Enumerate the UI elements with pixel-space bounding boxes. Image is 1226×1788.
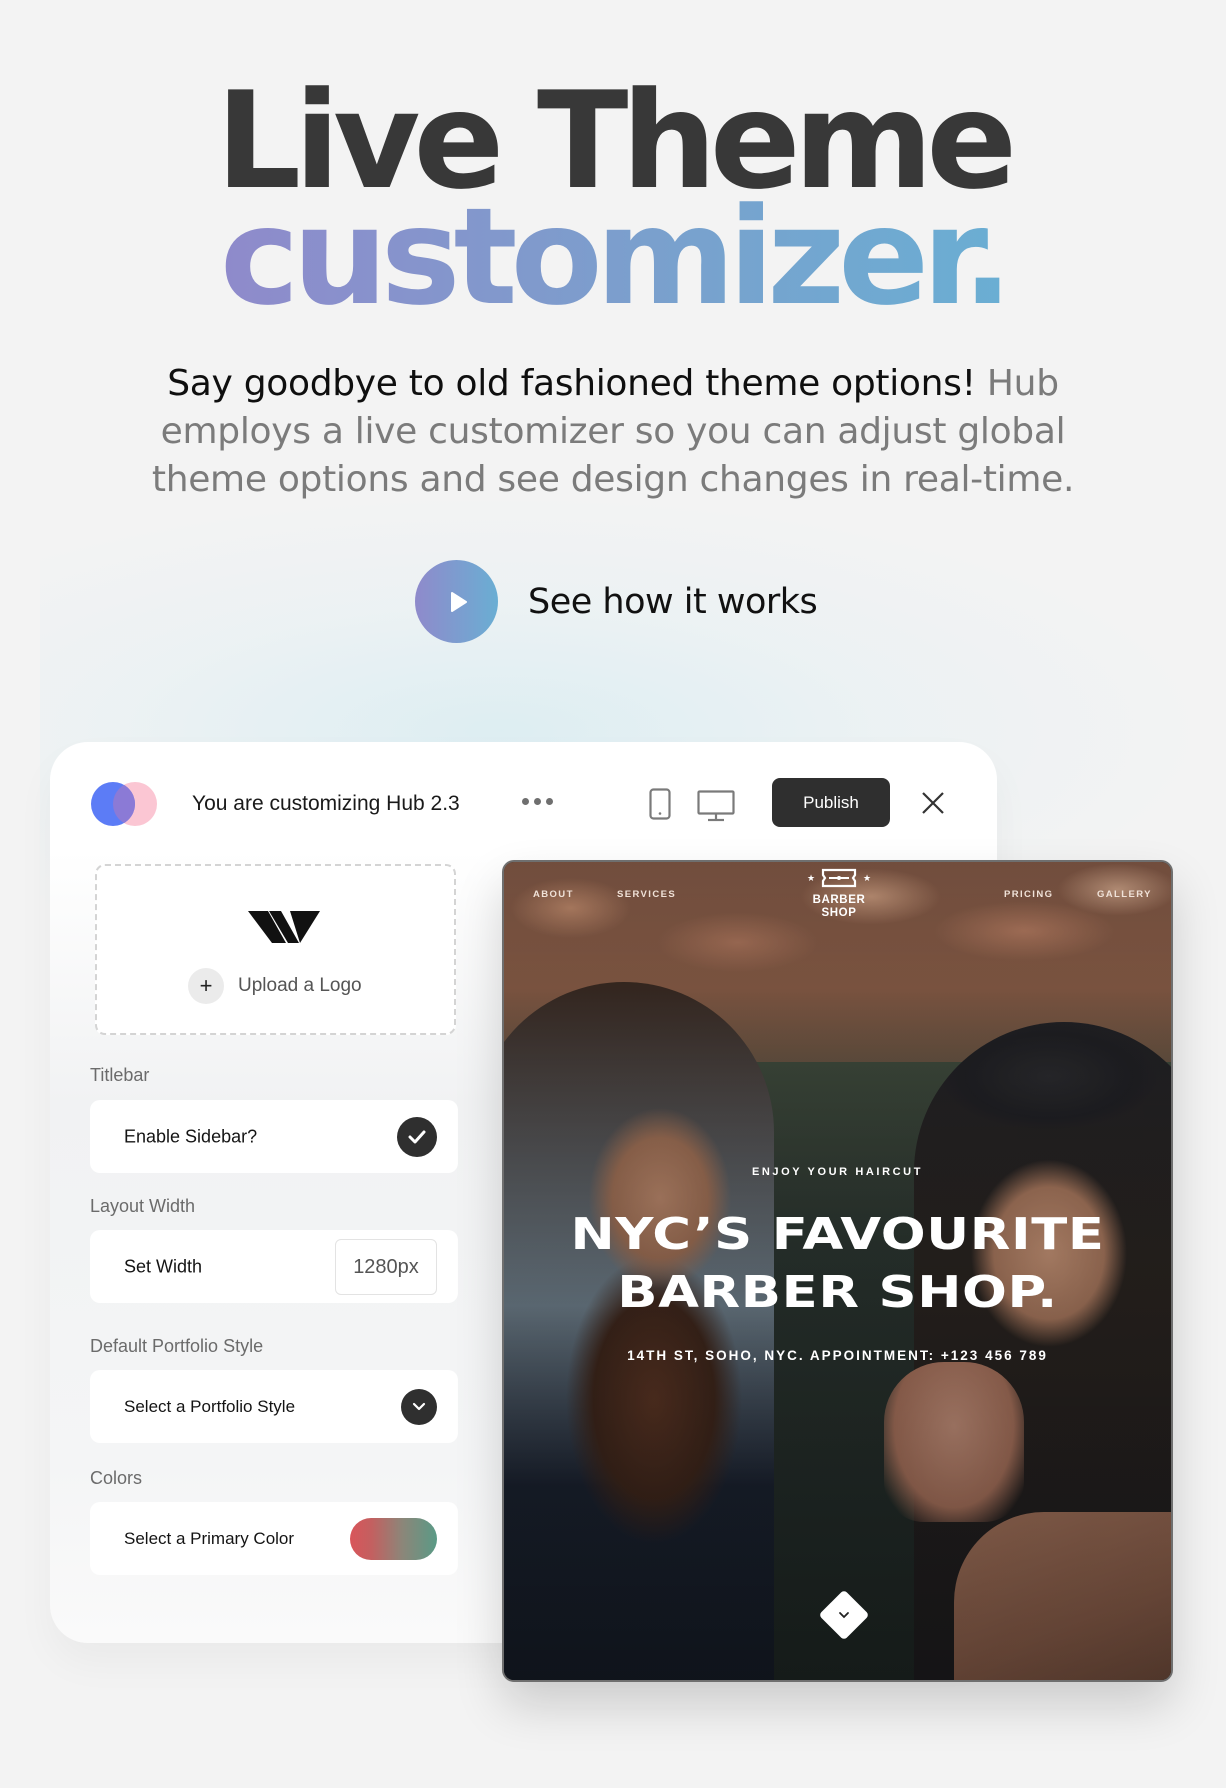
set-width-label: Set Width: [124, 1256, 203, 1276]
chevron-down-icon: [839, 1612, 849, 1619]
more-options-button[interactable]: [522, 798, 553, 805]
portfolio-style-select-label: Select a Portfolio Style: [124, 1396, 296, 1416]
hero-title-gradient-text: customizer.: [219, 179, 1013, 335]
preview-headline: NYC’S FAVOURITE BARBER SHOP.: [504, 1206, 1171, 1322]
headline-line2: BARBER SHOP.: [617, 1267, 1058, 1318]
desktop-view-button[interactable]: [697, 790, 735, 827]
headline-line1: NYC’S FAVOURITE: [570, 1209, 1105, 1260]
width-input[interactable]: [335, 1239, 437, 1295]
primary-color-label: Select a Primary Color: [124, 1528, 295, 1548]
hero-title-line2: customizer.: [0, 190, 1226, 324]
svg-text:★: ★: [863, 873, 871, 883]
setting-enable-sidebar: Enable Sidebar?: [90, 1100, 458, 1173]
logo-line1: BARBER: [812, 894, 866, 906]
mobile-view-button[interactable]: [649, 788, 671, 825]
desktop-icon: [697, 790, 735, 822]
close-button[interactable]: [921, 791, 945, 820]
lead-strong: Say goodbye to old fashioned theme optio…: [167, 363, 976, 404]
setting-portfolio-style[interactable]: Select a Portfolio Style: [90, 1370, 458, 1443]
play-button[interactable]: [415, 560, 498, 643]
nav-link-about[interactable]: ABOUT: [533, 889, 574, 900]
upload-logo-dropzone[interactable]: [95, 864, 456, 1035]
customizer-title: You are customizing Hub 2.3: [192, 792, 460, 815]
preview-kicker: ENJOY YOUR HAIRCUT: [751, 1166, 924, 1178]
publish-button[interactable]: Publish: [772, 778, 890, 827]
enable-sidebar-label: Enable Sidebar?: [124, 1126, 258, 1146]
live-preview: ABOUT SERVICES PRICING GALLERY ★ ★ BARBER…: [502, 860, 1173, 1682]
upload-logo-button[interactable]: + Upload a Logo: [188, 968, 362, 1004]
section-label-colors: Colors: [90, 1468, 143, 1488]
play-icon: [450, 591, 467, 612]
ellipsis-icon: [522, 798, 529, 805]
see-how-it-works-link[interactable]: See how it works: [415, 560, 818, 643]
close-icon: [922, 792, 944, 814]
brand-logo-icon: [91, 782, 157, 826]
nav-link-gallery[interactable]: GALLERY: [1097, 889, 1152, 900]
plus-icon: +: [188, 968, 224, 1004]
hero-lead: Say goodbye to old fashioned theme optio…: [120, 360, 1106, 504]
nav-link-services[interactable]: SERVICES: [617, 889, 676, 900]
mobile-icon: [649, 788, 671, 820]
check-icon: [408, 1130, 426, 1143]
w-logo-icon: [248, 910, 320, 949]
svg-text:★: ★: [807, 873, 815, 883]
upload-logo-label: Upload a Logo: [238, 975, 362, 996]
setting-primary-color: Select a Primary Color: [90, 1502, 458, 1575]
chevron-down-icon: [412, 1402, 426, 1411]
enable-sidebar-checkbox[interactable]: [397, 1116, 437, 1157]
ellipsis-dot: [534, 798, 541, 805]
razor-blade-icon: ★ ★: [807, 868, 871, 888]
portfolio-style-dropdown-button[interactable]: [401, 1388, 437, 1425]
barber-shop-logo[interactable]: ★ ★ BARBER SHOP: [804, 867, 874, 920]
preview-address: 14TH ST, SOHO, NYC. APPOINTMENT: +123 45…: [627, 1348, 1048, 1363]
nav-link-pricing[interactable]: PRICING: [1004, 889, 1053, 900]
brand-overlap: [113, 782, 135, 826]
ellipsis-dot: [546, 798, 553, 805]
primary-color-swatch[interactable]: [350, 1518, 437, 1560]
setting-layout-width: Set Width: [90, 1230, 458, 1303]
section-label-portfolio-style: Default Portfolio Style: [90, 1336, 264, 1356]
section-label-layout-width: Layout Width: [90, 1196, 196, 1216]
logo-line2: SHOP: [821, 907, 857, 919]
cta-label: See how it works: [528, 581, 818, 622]
section-label-titlebar: Titlebar: [90, 1065, 150, 1085]
